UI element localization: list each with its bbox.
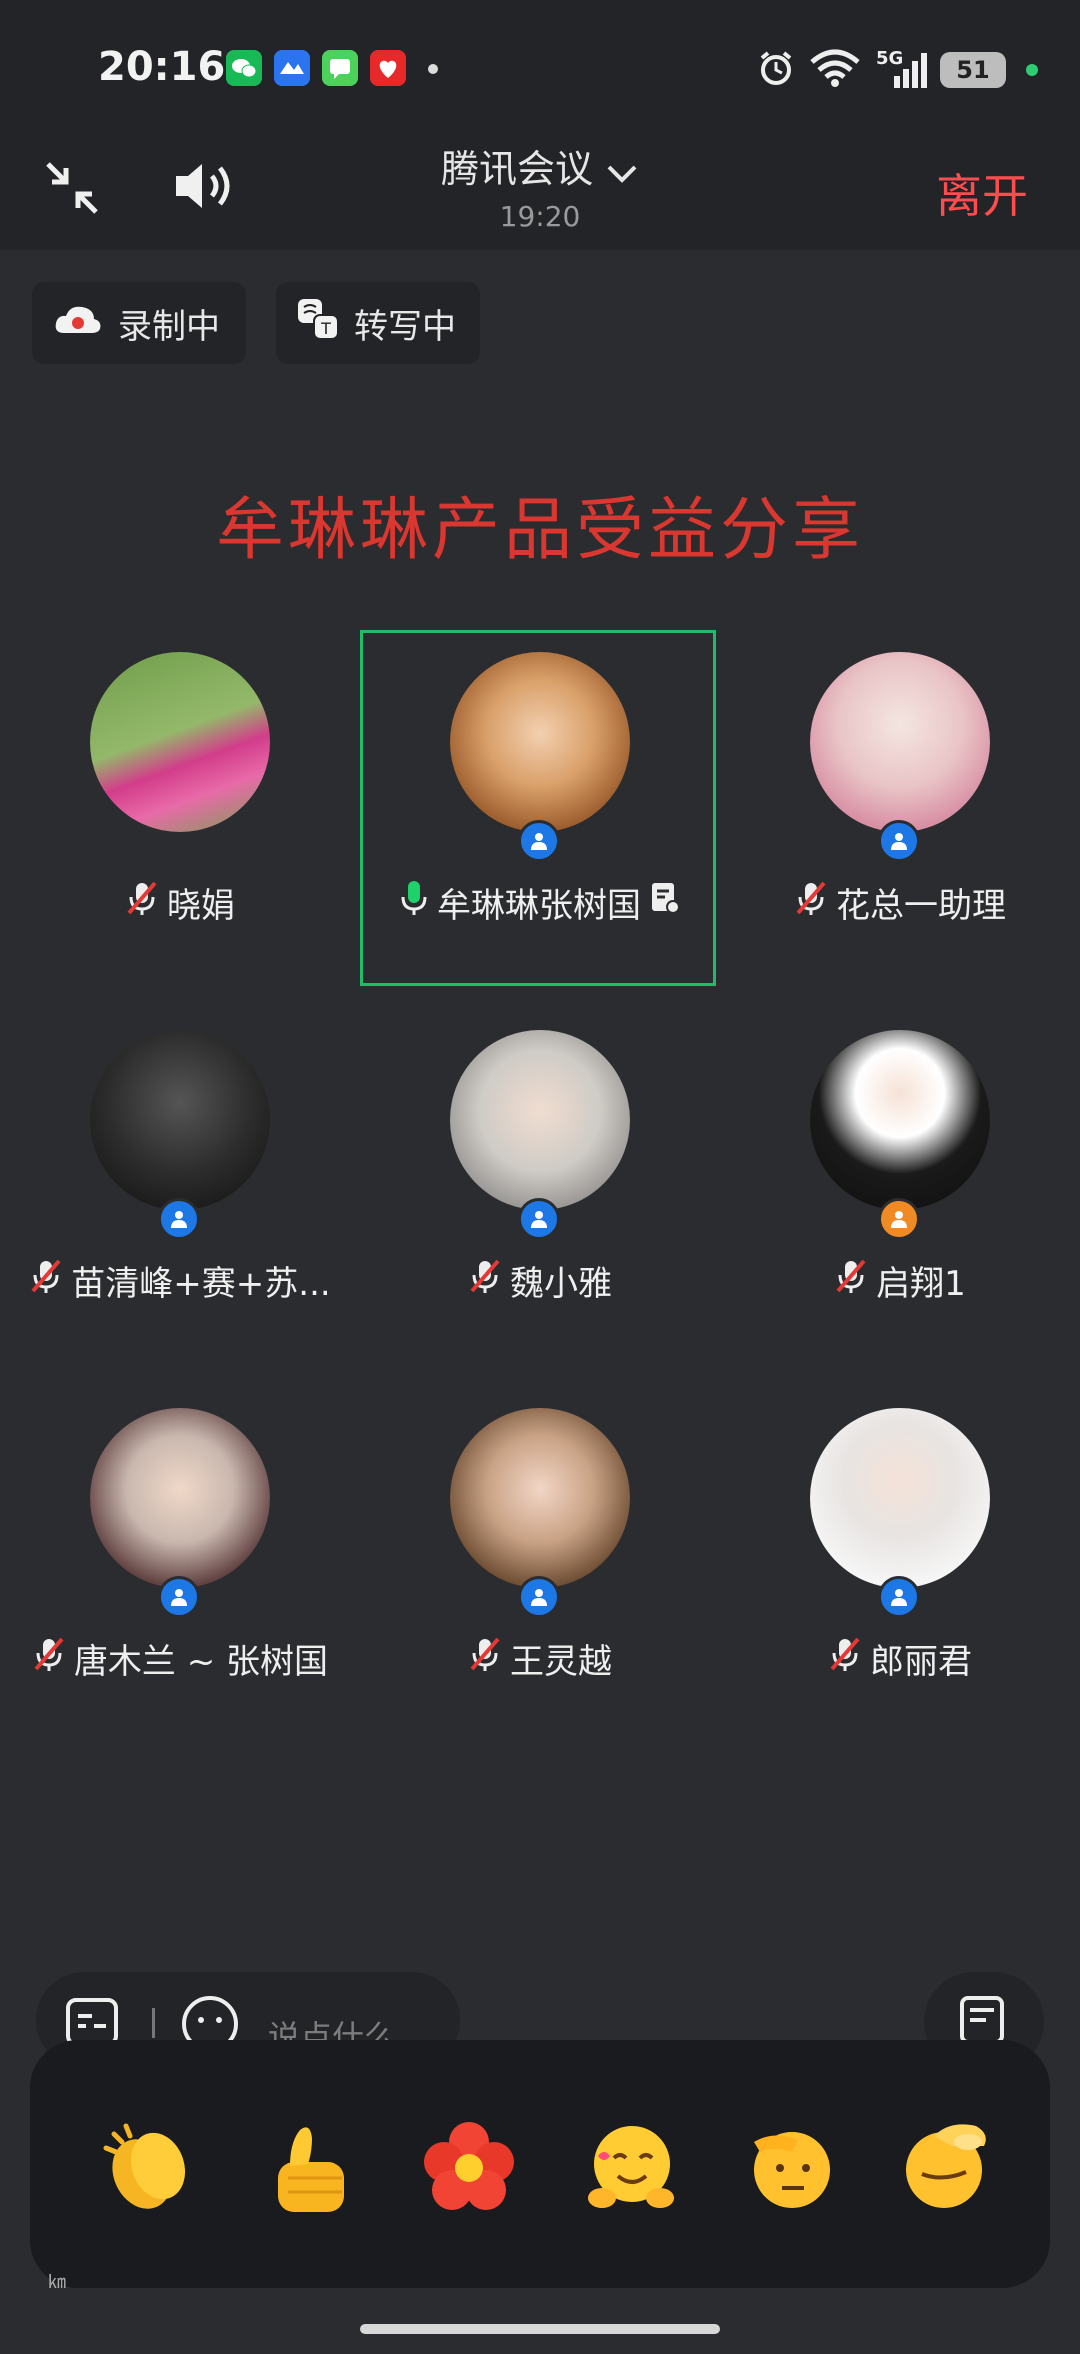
mic-muted-icon bbox=[828, 1635, 862, 1682]
transcription-status[interactable]: T 转写中 bbox=[276, 282, 480, 364]
recording-label: 录制中 bbox=[118, 306, 220, 347]
battery-level: 51 bbox=[940, 52, 1006, 88]
transcribe-icon: T bbox=[294, 295, 342, 352]
participant-name: 郎丽君 bbox=[870, 1642, 972, 1682]
participant-name: 苗清峰+赛+苏... bbox=[71, 1264, 331, 1304]
participant-name: 唐木兰 ~ 张树国 bbox=[73, 1642, 329, 1682]
user-badge-icon bbox=[518, 1198, 560, 1240]
participant-name-row: 晓娟 bbox=[0, 878, 360, 927]
participant-avatar[interactable] bbox=[810, 1408, 990, 1588]
user-badge-icon bbox=[878, 1576, 920, 1618]
participant-name: 牟琳琳张树国 bbox=[437, 886, 641, 926]
home-indicator[interactable] bbox=[360, 2324, 720, 2334]
participant-name-row: 王灵越 bbox=[360, 1634, 720, 1683]
participant-name-row: 花总一助理 bbox=[720, 878, 1080, 927]
mic-muted-icon bbox=[125, 879, 159, 926]
mic-muted-icon bbox=[29, 1257, 63, 1304]
app-red-icon bbox=[370, 50, 406, 86]
user-badge-icon bbox=[518, 1576, 560, 1618]
privacy-indicator bbox=[1026, 64, 1038, 76]
participant-name-row: 魏小雅 bbox=[360, 1256, 720, 1305]
wifi-icon bbox=[808, 48, 862, 92]
face-palm-emoji[interactable] bbox=[892, 2112, 1002, 2222]
participant-avatar[interactable] bbox=[810, 1030, 990, 1210]
participant-name: 晓娟 bbox=[167, 886, 235, 926]
participant-name-row: 牟琳琳张树国 bbox=[360, 878, 720, 927]
user-badge-icon bbox=[158, 1576, 200, 1618]
user-badge-icon bbox=[158, 1198, 200, 1240]
participant-name: 王灵越 bbox=[510, 1642, 612, 1682]
signal-icon bbox=[882, 50, 928, 94]
meeting-title[interactable]: 腾讯会议 bbox=[0, 138, 1080, 194]
participant-avatar[interactable] bbox=[450, 652, 630, 832]
participant-name-row: 郎丽君 bbox=[720, 1634, 1080, 1683]
user-badge-icon bbox=[518, 820, 560, 862]
participant-avatar[interactable] bbox=[810, 652, 990, 832]
alarm-icon bbox=[756, 48, 796, 92]
recording-status[interactable]: 录制中 bbox=[32, 282, 246, 364]
leave-button[interactable]: 离开 bbox=[936, 160, 1028, 226]
messages-icon bbox=[322, 50, 358, 86]
wechat-icon bbox=[226, 50, 262, 86]
participant-name: 启翔1 bbox=[876, 1264, 966, 1304]
mic-muted-icon bbox=[32, 1635, 66, 1682]
participant-name-row: 启翔1 bbox=[720, 1256, 1080, 1305]
mic-muted-icon bbox=[794, 879, 828, 926]
meeting-title-text: 腾讯会议 bbox=[440, 147, 593, 191]
svg-text:T: T bbox=[320, 319, 331, 338]
input-divider bbox=[152, 2008, 155, 2038]
participant-avatar[interactable] bbox=[450, 1408, 630, 1588]
hugging-face-emoji[interactable] bbox=[574, 2112, 684, 2222]
saluting-face-emoji[interactable] bbox=[734, 2112, 844, 2222]
host-doc-icon bbox=[649, 881, 681, 924]
status-time: 20:16 bbox=[98, 44, 226, 90]
user-badge-icon bbox=[878, 1198, 920, 1240]
corner-mark: ㎞ bbox=[48, 2272, 66, 2293]
user-badge-icon bbox=[878, 820, 920, 862]
participant-name: 花总一助理 bbox=[836, 886, 1006, 926]
clapping-hands-emoji[interactable] bbox=[96, 2112, 206, 2222]
red-flower-emoji[interactable] bbox=[414, 2112, 524, 2222]
thumbs-up-emoji[interactable] bbox=[254, 2112, 364, 2222]
cloud-record-icon bbox=[52, 299, 104, 348]
meeting-elapsed-time: 19:20 bbox=[499, 200, 581, 233]
mic-muted-icon bbox=[834, 1257, 868, 1304]
participant-name-row: 唐木兰 ~ 张树国 bbox=[0, 1634, 360, 1683]
participant-avatar[interactable] bbox=[90, 652, 270, 832]
participant-avatar[interactable] bbox=[450, 1030, 630, 1210]
shared-content-title: 牟琳琳产品受益分享 bbox=[215, 491, 864, 570]
mic-muted-icon bbox=[468, 1635, 502, 1682]
participant-avatar[interactable] bbox=[90, 1408, 270, 1588]
participant-name: 魏小雅 bbox=[510, 1264, 612, 1304]
chevron-down-icon bbox=[605, 150, 639, 194]
notification-dot bbox=[428, 64, 438, 74]
participant-name-row: 苗清峰+赛+苏... bbox=[0, 1256, 360, 1305]
mic-active-icon bbox=[399, 879, 429, 926]
transcribing-label: 转写中 bbox=[354, 306, 456, 347]
feishu-icon bbox=[274, 50, 310, 86]
participant-avatar[interactable] bbox=[90, 1030, 270, 1210]
mic-muted-icon bbox=[468, 1257, 502, 1304]
